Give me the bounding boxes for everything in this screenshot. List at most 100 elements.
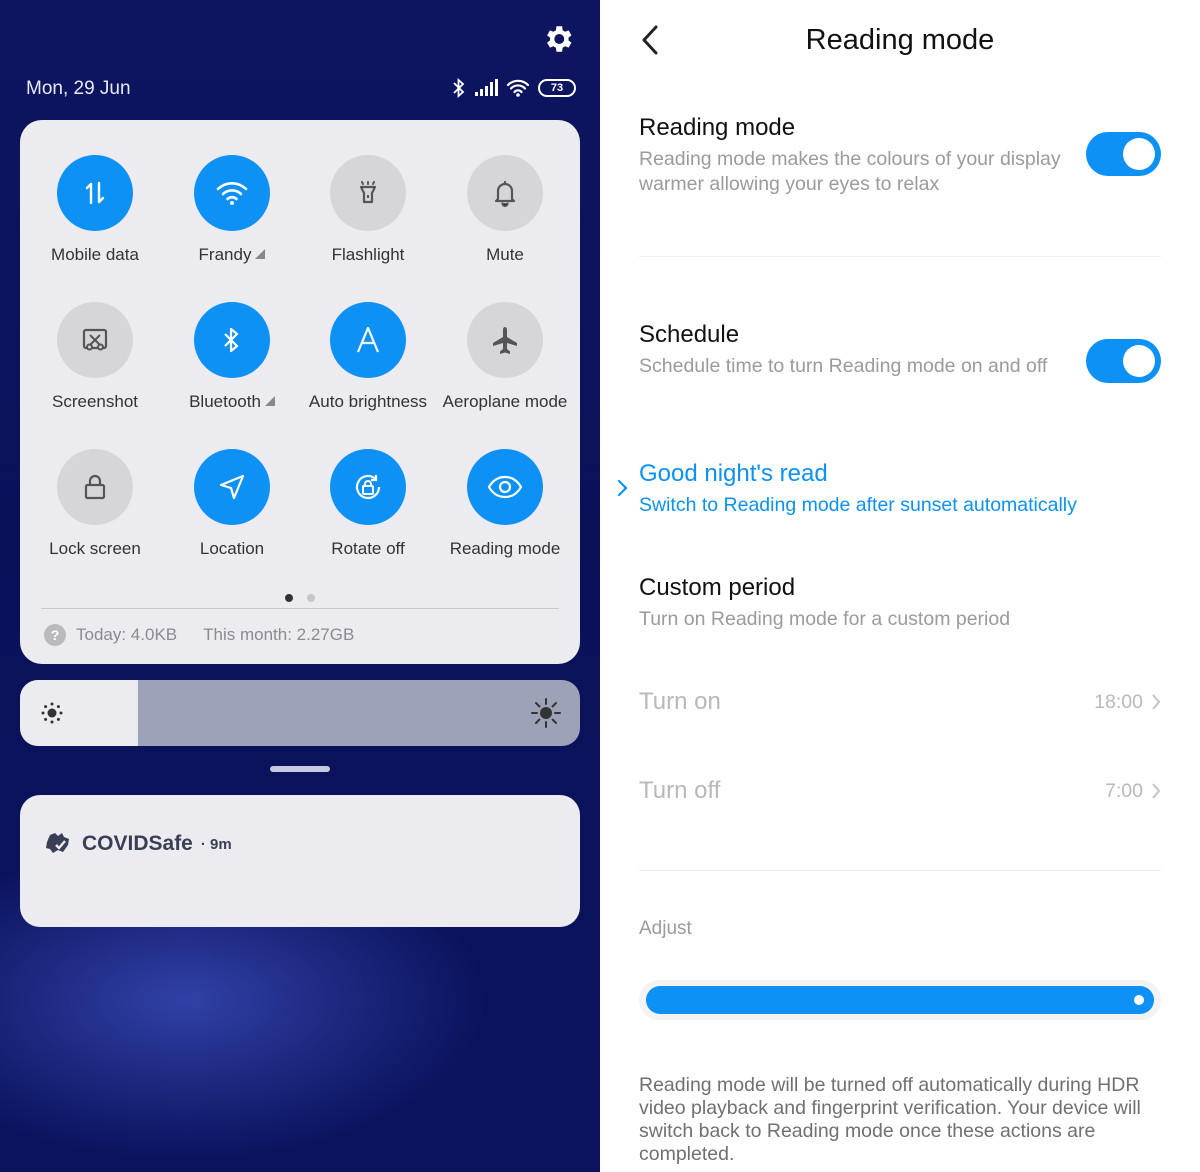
battery-icon: 73 (538, 79, 576, 97)
page-dot[interactable] (307, 594, 315, 602)
brightness-high-icon (531, 698, 561, 728)
location-icon (219, 474, 245, 500)
tile-label: Reading mode (449, 539, 561, 558)
good-nights-read-option[interactable]: Good night's read (639, 460, 828, 488)
gear-icon[interactable] (541, 22, 575, 56)
tile-rotate-off[interactable]: Rotate off (298, 449, 438, 559)
eye-icon (487, 475, 523, 499)
tile-wifi[interactable]: Frandy (162, 155, 302, 265)
info-note: Reading mode will be turned off automati… (639, 1074, 1141, 1165)
screenshot-icon (82, 328, 108, 351)
chevron-right-icon (1152, 783, 1161, 799)
tile-label: Lock screen (49, 539, 141, 558)
tile-aeroplane-mode[interactable]: Aeroplane mode (435, 302, 575, 412)
adjust-slider[interactable] (639, 980, 1161, 1020)
battery-level: 73 (550, 82, 564, 94)
turn-off-row[interactable]: Turn off 7:00 (639, 777, 1161, 805)
tile-reading-mode-button[interactable] (467, 449, 543, 525)
tile-mute[interactable]: Mute (435, 155, 575, 265)
dropdown-triangle-icon (255, 249, 266, 259)
page-indicator (20, 594, 580, 602)
reading-mode-subtitle: Reading mode makes the colours of your d… (639, 148, 1061, 195)
turn-on-label: Turn on (639, 688, 721, 715)
notification-app-name: COVIDSafe (82, 832, 193, 855)
tile-lock-screen[interactable]: Lock screen (25, 449, 165, 559)
brightness-low-icon (41, 702, 63, 724)
selected-chevron-icon (617, 479, 628, 497)
tile-label: Auto brightness (308, 392, 428, 411)
flashlight-icon (359, 181, 377, 204)
tile-flashlight-button[interactable] (330, 155, 406, 231)
tile-label: Rotate off (331, 539, 405, 558)
covidsafe-logo-icon (46, 833, 69, 853)
good-nights-read-subtitle: Switch to Reading mode after sunset auto… (639, 494, 1077, 516)
chevron-right-icon (1152, 694, 1161, 710)
tile-label: Bluetooth (189, 392, 261, 411)
divider (41, 608, 559, 609)
toggle-knob (1123, 345, 1155, 377)
custom-period-subtitle: Turn on Reading mode for a custom period (639, 608, 1011, 630)
tile-label: Mute (486, 245, 524, 264)
tile-auto-brightness[interactable]: Auto brightness (298, 302, 438, 412)
tile-screenshot[interactable]: Screenshot (25, 302, 165, 412)
date-label: Mon, 29 Jun (26, 78, 131, 99)
tile-mobile-data-button[interactable] (57, 155, 133, 231)
turn-on-value: 18:00 (1094, 690, 1143, 713)
usage-today: Today: 4.0KB (76, 625, 178, 644)
schedule-subtitle: Schedule time to turn Reading mode on an… (639, 355, 1048, 377)
bluetooth-icon (224, 327, 239, 353)
help-icon: ? (44, 624, 66, 646)
tile-label: Frandy (198, 245, 252, 264)
reading-mode-title: Reading mode (639, 114, 796, 141)
notification-shade: Mon, 29 Jun 73 Mobile data Frandy Flashl… (0, 0, 600, 1172)
page-title: Reading mode (805, 24, 995, 56)
signal-icon (475, 79, 498, 96)
tile-location-button[interactable] (194, 449, 270, 525)
usage-month: This month: 2.27GB (203, 625, 355, 644)
tile-label: Flashlight (331, 245, 405, 264)
data-usage[interactable]: ? Today: 4.0KB This month: 2.27GB (44, 624, 354, 646)
tile-mute-button[interactable] (467, 155, 543, 231)
brightness-fill (20, 680, 138, 746)
adjust-slider-thumb[interactable] (1134, 995, 1144, 1005)
adjust-slider-fill (646, 986, 1154, 1014)
tile-label: Aeroplane mode (442, 392, 568, 411)
page-dot-active (285, 594, 293, 602)
divider (639, 256, 1161, 257)
reading-mode-settings: Reading mode Reading mode Reading mode m… (600, 0, 1200, 1172)
tile-bluetooth[interactable]: Bluetooth (162, 302, 302, 412)
tile-label: Screenshot (52, 392, 138, 411)
lock-icon (84, 474, 106, 500)
notification-card[interactable]: COVIDSafe · 9m (20, 795, 580, 927)
bell-icon (494, 180, 516, 208)
tile-lock-screen-button[interactable] (57, 449, 133, 525)
status-bar-icons: 73 (452, 78, 576, 98)
custom-period-option[interactable]: Custom period (639, 574, 795, 602)
tile-screenshot-button[interactable] (57, 302, 133, 378)
tile-bluetooth-button[interactable] (194, 302, 270, 378)
toggle-knob (1123, 138, 1155, 170)
wifi-icon (506, 79, 530, 97)
tile-reading-mode[interactable]: Reading mode (435, 449, 575, 559)
tile-mobile-data[interactable]: Mobile data (25, 155, 165, 265)
turn-on-row[interactable]: Turn on 18:00 (639, 688, 1161, 716)
tile-flashlight[interactable]: Flashlight (298, 155, 438, 265)
wifi-icon (216, 182, 248, 205)
tile-label: Location (199, 539, 265, 558)
tile-auto-brightness-button[interactable] (330, 302, 406, 378)
divider (639, 870, 1161, 871)
tile-aeroplane-mode-button[interactable] (467, 302, 543, 378)
brightness-slider[interactable] (20, 680, 580, 746)
schedule-toggle[interactable] (1086, 339, 1161, 383)
shade-drag-handle[interactable] (270, 766, 330, 772)
quick-settings-panel: Mobile data Frandy Flashlight Mute Scree… (20, 120, 580, 664)
tile-rotate-off-button[interactable] (330, 449, 406, 525)
tile-label: Mobile data (51, 245, 139, 264)
tile-location[interactable]: Location (162, 449, 302, 559)
auto-brightness-icon (356, 326, 380, 353)
turn-off-label: Turn off (639, 777, 721, 804)
tile-wifi-button[interactable] (194, 155, 270, 231)
rotate-lock-icon (355, 474, 381, 500)
reading-mode-toggle[interactable] (1086, 132, 1161, 176)
schedule-title: Schedule (639, 321, 740, 348)
